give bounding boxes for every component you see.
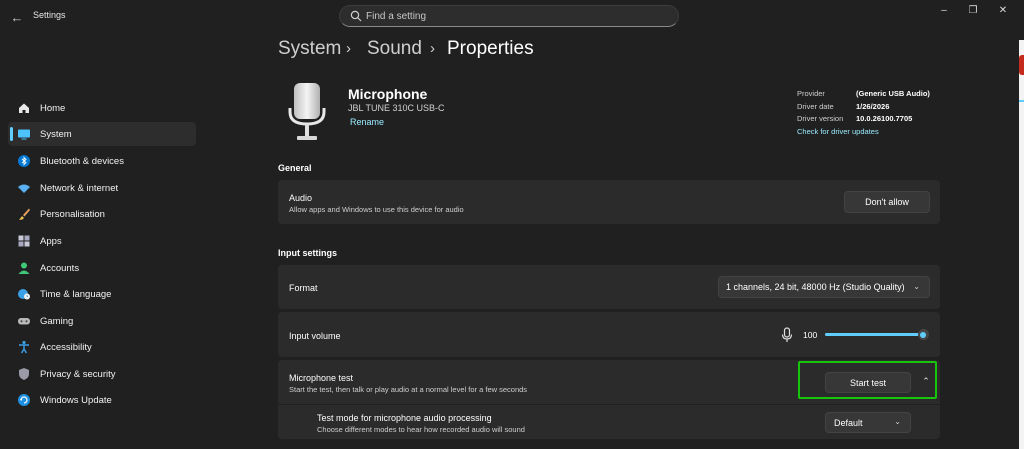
sidebar-item-label: System [40,128,72,140]
sidebar-item-label: Accounts [40,262,80,274]
sidebar-item-accessibility[interactable]: Accessibility [8,335,196,359]
test-mode-title: Test mode for microphone audio processin… [317,413,492,423]
edge-badge-red [1019,55,1024,75]
test-mode-description: Choose different modes to hear how recor… [317,425,525,434]
sidebar-item-time-language[interactable]: Time & language [8,282,196,306]
sidebar-item-gaming[interactable]: Gaming [8,309,196,333]
search-input[interactable]: Find a setting [339,5,679,27]
sidebar-item-personalisation[interactable]: Personalisation [8,202,196,226]
chevron-right-icon: › [430,40,435,57]
update-icon [16,392,32,408]
microphone-test-title: Microphone test [289,373,354,383]
format-value: 1 channels, 24 bit, 48000 Hz (Studio Qua… [726,282,905,292]
sidebar-item-label: Bluetooth & devices [40,155,124,167]
volume-slider-fill [825,333,923,336]
sidebar-item-label: Apps [40,235,62,247]
audio-description: Allow apps and Windows to use this devic… [289,205,464,214]
sidebar-item-windows-update[interactable]: Windows Update [8,388,196,412]
breadcrumb-system[interactable]: System [278,38,341,60]
accessibility-icon [16,339,32,355]
shield-icon [16,366,32,382]
provider-value: (Generic USB Audio) [856,89,930,98]
driver-version-value: 10.0.26100.7705 [856,114,913,123]
check-driver-updates-link[interactable]: Check for driver updates [797,127,879,136]
sidebar-item-home[interactable]: Home [8,96,196,120]
test-mode-dropdown[interactable]: Default ⌄ [825,412,911,433]
device-name: Microphone [348,86,428,102]
app-title: Settings [33,10,66,20]
microphone-test-description: Start the test, then talk or play audio … [289,385,528,394]
chevron-down-icon: ⌄ [894,417,901,426]
breadcrumb-sound[interactable]: Sound [367,38,422,60]
active-indicator [10,127,13,141]
sidebar-item-network[interactable]: Network & internet [8,176,196,200]
sidebar-item-system[interactable]: System [8,122,196,146]
chevron-down-icon: ⌄ [913,282,920,291]
format-card: Format 1 channels, 24 bit, 48000 Hz (Stu… [278,265,940,309]
gamepad-icon [16,313,32,329]
home-icon [16,100,32,116]
sidebar-item-label: Home [40,102,66,114]
sidebar-item-label: Personalisation [40,208,105,220]
volume-value: 100 [803,330,818,340]
sidebar-item-label: Time & language [40,288,112,300]
globe-clock-icon [16,286,32,302]
sidebar-item-label: Privacy & security [40,368,116,380]
driver-version-label: Driver version [797,114,844,123]
chevron-right-icon: › [346,40,351,57]
restore-icon[interactable]: ❐ [966,4,980,16]
sidebar-item-apps[interactable]: Apps [8,229,196,253]
volume-slider-track[interactable] [825,329,929,340]
driver-date-value: 1/26/2026 [856,102,890,111]
format-label: Format [289,283,318,293]
sidebar-item-label: Windows Update [40,394,112,406]
volume-slider-thumb[interactable] [917,329,929,340]
brush-icon [16,206,32,222]
general-heading: General [278,163,312,173]
test-mode-value: Default [834,417,863,428]
sidebar-item-label: Network & internet [40,182,119,194]
sidebar-item-accounts[interactable]: Accounts [8,256,196,280]
device-model: JBL TUNE 310C USB-C [348,103,445,113]
edge-line-blue [1019,100,1024,102]
system-icon [16,126,32,142]
input-settings-heading: Input settings [278,248,337,258]
sidebar-item-bluetooth[interactable]: Bluetooth & devices [8,149,196,173]
rename-link[interactable]: Rename [350,117,384,127]
close-icon[interactable]: ✕ [996,4,1010,16]
sidebar-item-privacy[interactable]: Privacy & security [8,362,196,386]
microphone-icon [288,83,326,140]
search-icon [350,10,362,22]
search-placeholder: Find a setting [366,11,427,22]
back-arrow-icon[interactable]: ← [8,8,26,26]
driver-date-label: Driver date [797,102,834,111]
sidebar-item-label: Accessibility [40,341,92,353]
test-mode-card: Test mode for microphone audio processin… [278,405,940,439]
microphone-small-icon[interactable] [781,327,793,343]
format-dropdown[interactable]: 1 channels, 24 bit, 48000 Hz (Studio Qua… [718,276,930,298]
page-title: Properties [447,38,534,59]
provider-label: Provider [797,89,825,98]
input-volume-label: Input volume [289,331,341,341]
minimize-icon[interactable]: – [937,4,951,16]
input-volume-card: Input volume 100 [278,312,940,357]
accounts-icon [16,260,32,276]
audio-card: Audio Allow apps and Windows to use this… [278,180,940,224]
sidebar-item-label: Gaming [40,315,74,327]
highlight-box [798,361,937,399]
bluetooth-icon [16,153,32,169]
audio-title: Audio [289,193,313,203]
apps-icon [16,233,32,249]
wifi-icon [16,180,32,196]
dont-allow-button[interactable]: Don't allow [844,191,930,213]
